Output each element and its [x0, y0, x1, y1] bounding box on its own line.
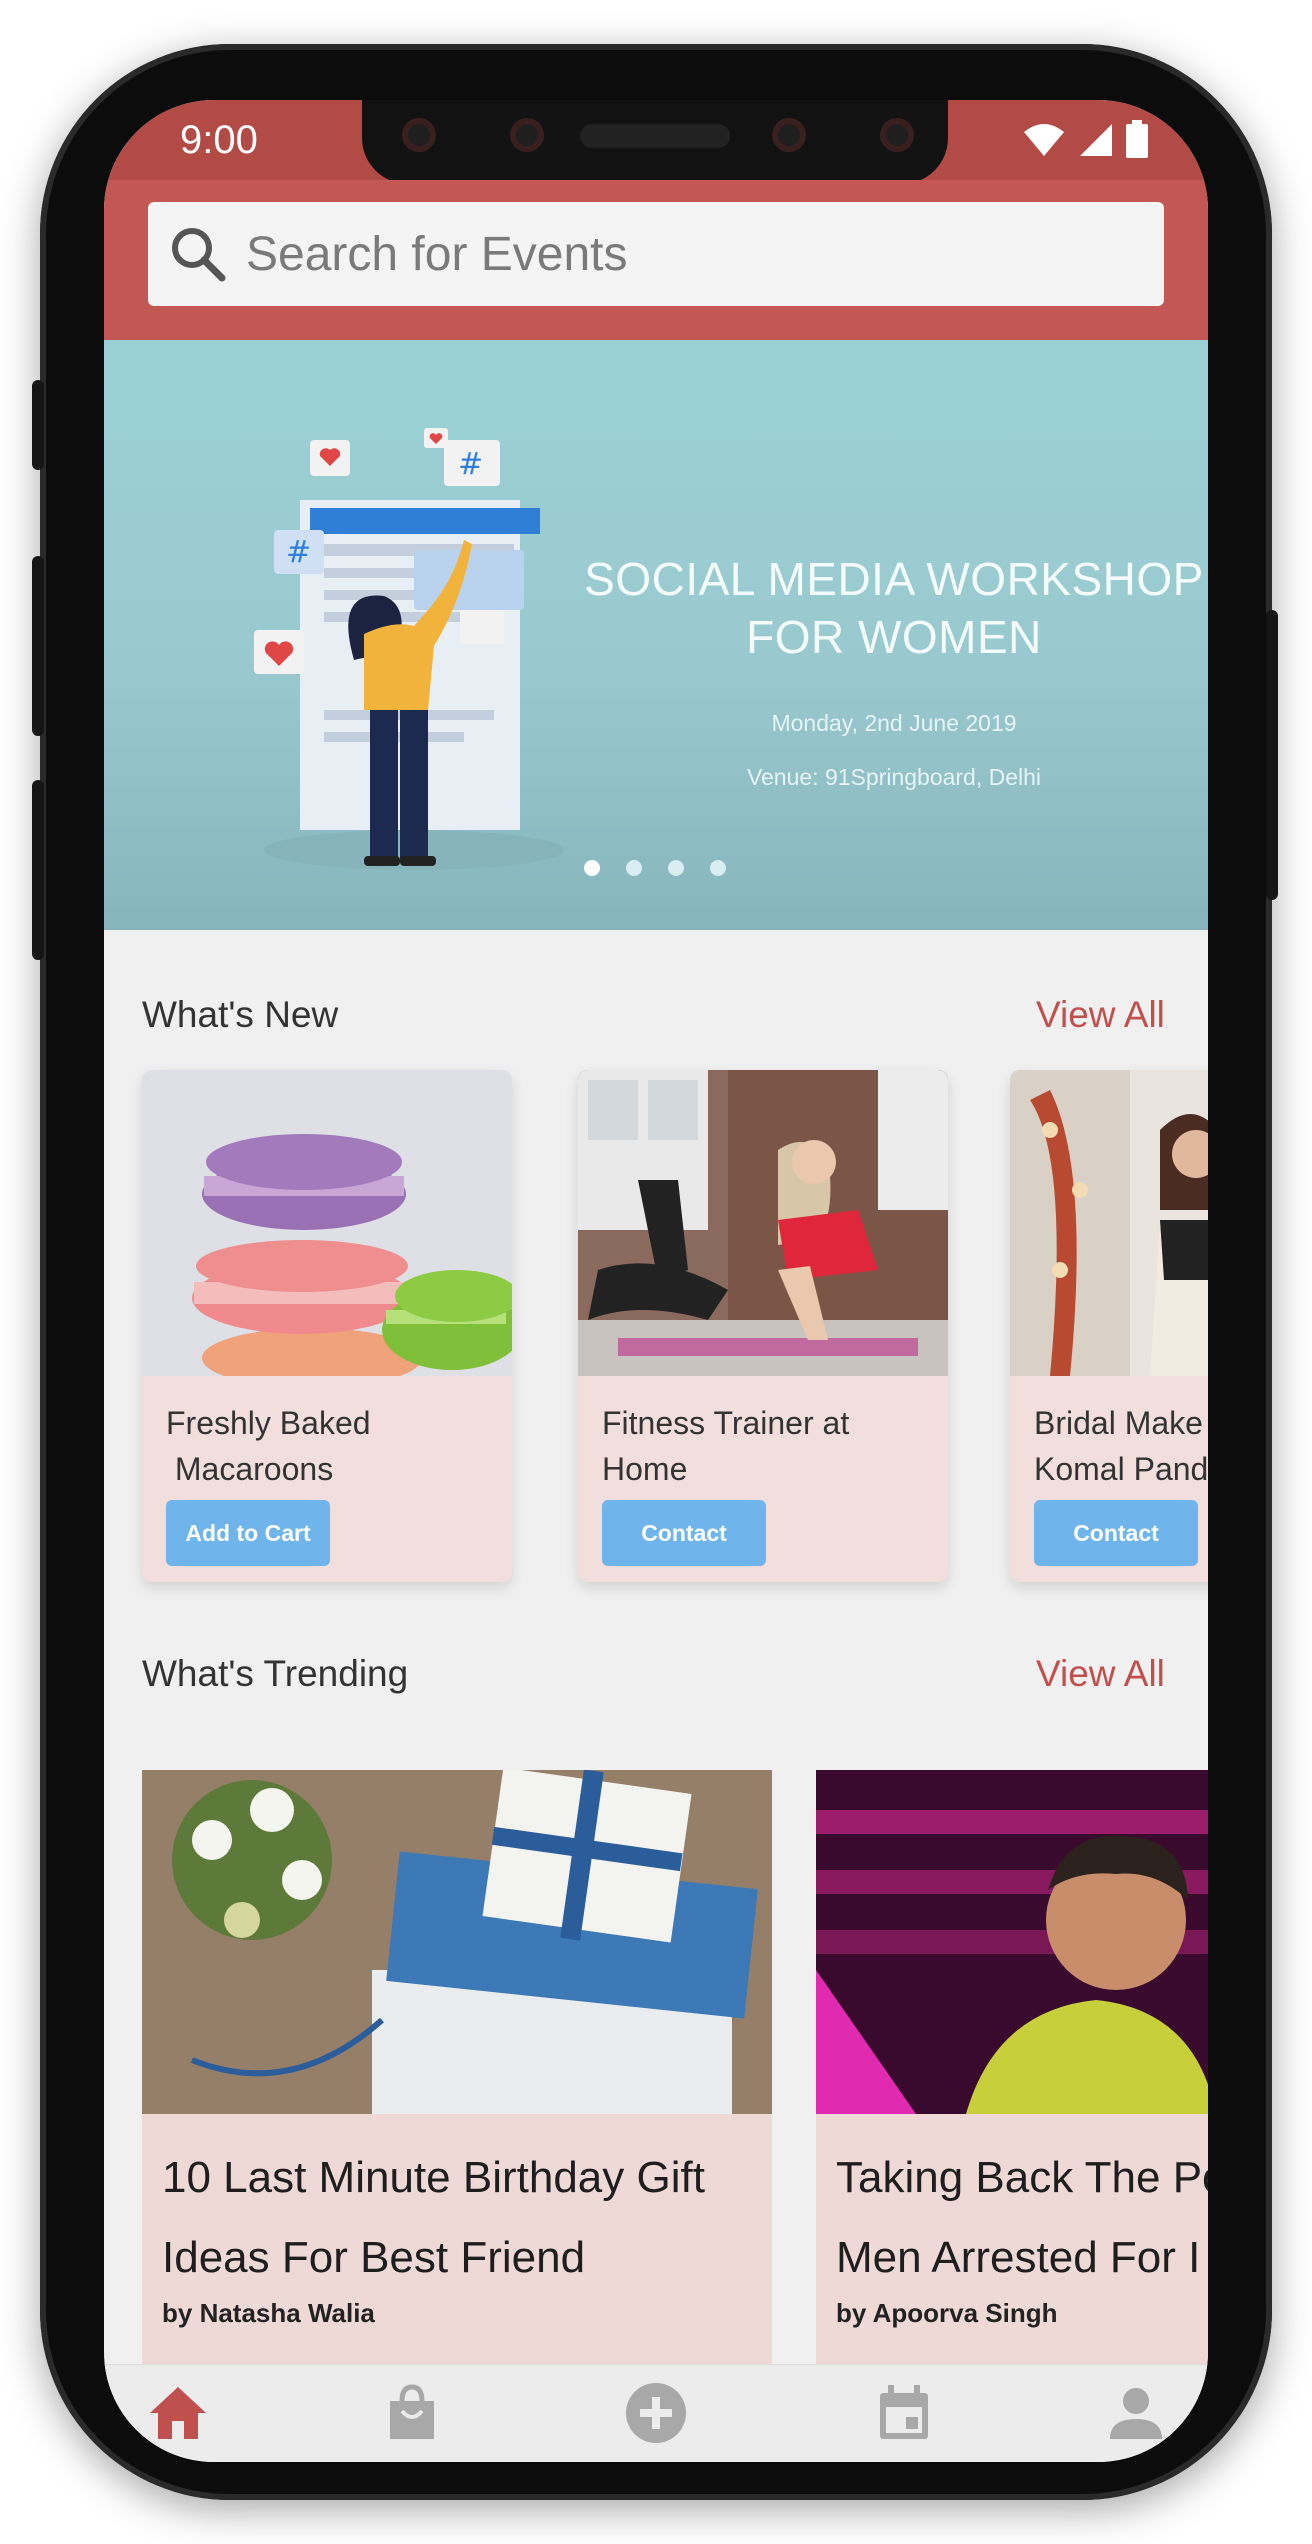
search-icon — [172, 228, 226, 282]
card-title-line: Freshly Baked — [166, 1405, 371, 1441]
whats-new-title: What's New — [142, 994, 339, 1035]
event-banner[interactable]: # # SOCIAL MEDIA WORKSHOP FOR WOMEN Mond… — [104, 340, 1208, 930]
card-title: Fitness Trainer at Home — [602, 1400, 942, 1492]
card-title: Freshly Baked Macaroons — [166, 1400, 506, 1492]
wifi-icon — [1024, 124, 1064, 156]
card-title-line: Macaroons — [166, 1451, 334, 1487]
search-input[interactable]: Search for Events — [148, 202, 1164, 306]
event-card[interactable]: Fitness Trainer at Home Contact — [578, 1070, 948, 1582]
bridal-image — [1010, 1070, 1208, 1376]
article-author: by Natasha Walia — [162, 2298, 375, 2328]
add-to-cart-button[interactable]: Add to Cart — [166, 1500, 330, 1566]
home-icon[interactable] — [146, 2381, 210, 2445]
whats-trending-title: What's Trending — [142, 1653, 409, 1694]
article-title-line: Taking Back The Po — [836, 2153, 1208, 2202]
signal-icon — [1080, 124, 1112, 156]
sensor-icon — [510, 118, 544, 152]
app-header: Search for Events — [104, 180, 1208, 340]
card-title-line: Bridal Make — [1034, 1405, 1203, 1441]
article-title-line: Men Arrested For I — [836, 2233, 1201, 2282]
trending-article-card[interactable]: Taking Back The Po Men Arrested For I by… — [816, 1770, 1208, 2364]
article-title-line: 10 Last Minute Birthday Gift — [162, 2153, 705, 2202]
calendar-icon[interactable] — [872, 2381, 936, 2445]
search-placeholder: Search for Events — [246, 227, 628, 281]
article-title-line: Ideas For Best Friend — [162, 2233, 586, 2282]
speaker-image — [816, 1770, 1208, 2114]
fitness-image — [578, 1070, 948, 1376]
app-screen: 9:00 Search for Events # # SOCIAL MEDIA … — [104, 100, 1208, 2462]
banner-title-line: FOR WOMEN — [746, 611, 1042, 663]
sensor-icon — [880, 118, 914, 152]
card-title-line: Komal Pand — [1034, 1451, 1208, 1487]
add-circle-icon[interactable] — [624, 2381, 688, 2445]
article-title: 10 Last Minute Birthday Gift Ideas For B… — [162, 2138, 772, 2298]
banner-title-line: SOCIAL MEDIA WORKSHOP — [584, 553, 1204, 605]
sensor-icon — [772, 118, 806, 152]
volume-button — [32, 380, 44, 470]
bottom-navigation — [104, 2364, 1208, 2462]
carousel-dot[interactable] — [626, 860, 642, 876]
power-button — [1266, 610, 1278, 900]
whats-trending-view-all-link[interactable]: View All — [1036, 1653, 1165, 1695]
contact-button[interactable]: Contact — [1034, 1500, 1198, 1566]
whats-new-view-all-link[interactable]: View All — [1036, 994, 1165, 1036]
earpiece-speaker — [580, 124, 730, 148]
volume-down-button — [32, 780, 44, 960]
status-time: 9:00 — [180, 118, 258, 162]
volume-up-button — [32, 556, 44, 736]
event-card[interactable]: Bridal Make Komal Pand Contact — [1010, 1070, 1208, 1582]
carousel-dot[interactable] — [584, 860, 600, 876]
event-card[interactable]: Freshly Baked Macaroons Add to Cart — [142, 1070, 512, 1582]
battery-icon — [1126, 120, 1148, 158]
front-camera-icon — [402, 118, 436, 152]
trending-article-card[interactable]: 10 Last Minute Birthday Gift Ideas For B… — [142, 1770, 772, 2364]
svg-text:#: # — [286, 535, 311, 570]
article-title: Taking Back The Po Men Arrested For I — [836, 2138, 1208, 2298]
profile-icon[interactable] — [1104, 2381, 1168, 2445]
banner-title: SOCIAL MEDIA WORKSHOP FOR WOMEN — [584, 550, 1204, 666]
contact-button[interactable]: Contact — [602, 1500, 766, 1566]
camera-notch — [362, 100, 948, 184]
carousel-dot[interactable] — [668, 860, 684, 876]
card-title: Bridal Make Komal Pand — [1034, 1400, 1208, 1492]
article-author: by Apoorva Singh — [836, 2298, 1058, 2328]
card-title-line: Fitness Trainer at — [602, 1405, 850, 1441]
banner-venue: Venue: 91Springboard, Delhi — [746, 764, 1042, 790]
status-icons — [1022, 120, 1148, 158]
gifts-image — [142, 1770, 772, 2114]
carousel-indicator — [584, 860, 726, 876]
banner-date: Monday, 2nd June 2019 — [771, 710, 1017, 736]
social-media-illustration: # # — [254, 428, 564, 870]
carousel-dot[interactable] — [710, 860, 726, 876]
macarons-image — [142, 1070, 512, 1376]
shopping-bag-icon[interactable] — [380, 2381, 444, 2445]
card-title-line: Home — [602, 1451, 688, 1487]
svg-text:#: # — [458, 447, 483, 482]
